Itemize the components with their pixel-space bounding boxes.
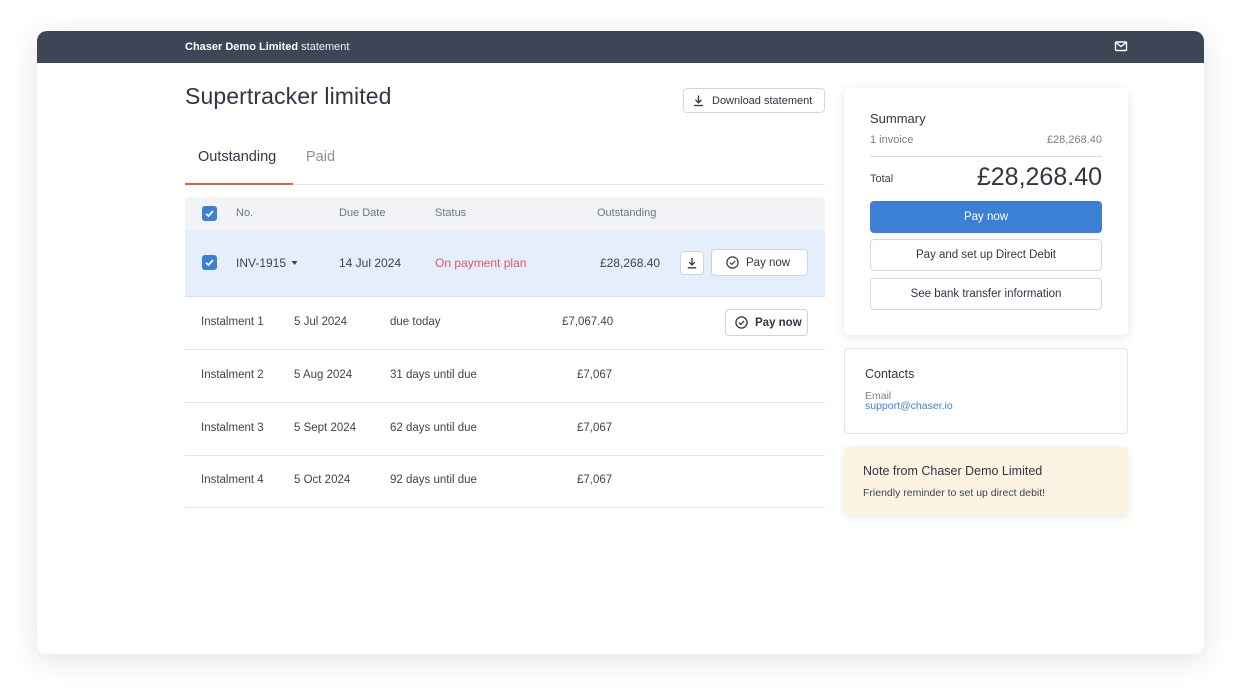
active-tab-indicator: [185, 183, 293, 185]
instalment-date: 5 Sept 2024: [294, 422, 357, 434]
instalment-date: 5 Oct 2024: [294, 474, 351, 486]
header-due-date: Due Date: [339, 207, 386, 219]
mail-icon[interactable]: [1114, 39, 1128, 53]
instalment-row: Instalment 3 5 Sept 2024 62 days until d…: [185, 403, 825, 456]
tab-outstanding[interactable]: Outstanding: [198, 149, 276, 165]
statement-suffix: statement: [298, 41, 350, 53]
instalment-name: Instalment 1: [201, 316, 264, 328]
contacts-card: Contacts Email support@chaser.io: [844, 348, 1128, 434]
select-all-checkbox[interactable]: [202, 206, 217, 221]
download-statement-button[interactable]: Download statement: [683, 88, 825, 113]
statement-window: Chaser Demo Limited statement Supertrack…: [37, 31, 1204, 654]
instalment-status: 31 days until due: [390, 369, 477, 381]
invoice-checkbox[interactable]: [202, 255, 217, 270]
download-icon: [687, 258, 697, 269]
contact-email-link[interactable]: support@chaser.io: [865, 400, 953, 412]
invoice-status: On payment plan: [435, 256, 527, 270]
contacts-title: Contacts: [865, 367, 915, 381]
direct-debit-button[interactable]: Pay and set up Direct Debit: [870, 239, 1102, 271]
table-header: No. Due Date Status Outstanding: [185, 197, 825, 230]
pay-now-label: Pay now: [746, 256, 791, 269]
summary-divider: [870, 156, 1102, 157]
instalment-name: Instalment 2: [201, 369, 264, 381]
invoice-number: INV-1915: [236, 256, 287, 270]
check-circle-icon: [726, 256, 739, 269]
top-bar: Chaser Demo Limited statement: [37, 31, 1204, 63]
instalment-row: Instalment 2 5 Aug 2024 31 days until du…: [185, 350, 825, 403]
header-no: No.: [236, 207, 254, 219]
invoice-pay-now-button[interactable]: Pay now: [711, 249, 808, 276]
total-label: Total: [870, 173, 894, 185]
instalment-date: 5 Jul 2024: [294, 316, 348, 328]
download-icon: [694, 95, 703, 107]
instalment-status: due today: [390, 316, 441, 328]
instalment-amount: £7,067.40: [562, 316, 614, 328]
pay-now-label: Pay now: [755, 316, 802, 329]
note-body: Friendly reminder to set up direct debit…: [863, 487, 1046, 499]
check-icon: [205, 259, 214, 267]
header-outstanding: Outstanding: [597, 207, 657, 219]
summary-title: Summary: [870, 111, 926, 126]
summary-card: Summary 1 invoice £28,268.40 Total £28,2…: [844, 88, 1128, 335]
instalment-amount: £7,067: [577, 422, 613, 434]
bank-transfer-button[interactable]: See bank transfer information: [870, 278, 1102, 310]
instalment-amount: £7,067: [577, 369, 613, 381]
invoice-outstanding: £28,268.40: [600, 256, 661, 270]
instalment-row: Instalment 4 5 Oct 2024 92 days until du…: [185, 455, 825, 508]
instalment-amount: £7,067: [577, 474, 613, 486]
instalment-name: Instalment 3: [201, 422, 264, 434]
invoice-number-dropdown[interactable]: INV-1915: [236, 256, 298, 270]
pay-now-button[interactable]: Pay now: [870, 201, 1102, 233]
instalment-name: Instalment 4: [201, 474, 264, 486]
total-amount: £28,268.40: [976, 163, 1102, 191]
note-card: Note from Chaser Demo Limited Friendly r…: [844, 447, 1128, 515]
instalment-row: Instalment 1 5 Jul 2024 due today £7,067…: [185, 297, 825, 350]
company-name: Chaser Demo Limited: [185, 41, 299, 53]
invoice-count: 1 invoice: [870, 134, 914, 146]
caret-down-icon: [291, 261, 298, 265]
tab-paid[interactable]: Paid: [306, 149, 335, 165]
instalment-pay-now-button[interactable]: Pay now: [725, 309, 808, 336]
download-statement-label: Download statement: [712, 94, 813, 107]
check-circle-icon: [735, 316, 748, 329]
header-status: Status: [435, 207, 467, 219]
tab-bar: Outstanding Paid: [185, 141, 825, 185]
instalment-status: 92 days until due: [390, 474, 477, 486]
note-title: Note from Chaser Demo Limited: [863, 464, 1043, 478]
check-icon: [205, 210, 214, 218]
instalment-date: 5 Aug 2024: [294, 369, 353, 381]
invoice-row: INV-1915 14 Jul 2024 On payment plan £28…: [185, 230, 825, 297]
statement-header: Chaser Demo Limited statement: [185, 41, 349, 53]
page-title: Supertracker limited: [185, 83, 392, 109]
invoice-count-amount: £28,268.40: [1046, 134, 1102, 146]
download-invoice-button[interactable]: [680, 251, 704, 275]
instalment-status: 62 days until due: [390, 422, 477, 434]
invoice-due-date: 14 Jul 2024: [339, 256, 402, 270]
